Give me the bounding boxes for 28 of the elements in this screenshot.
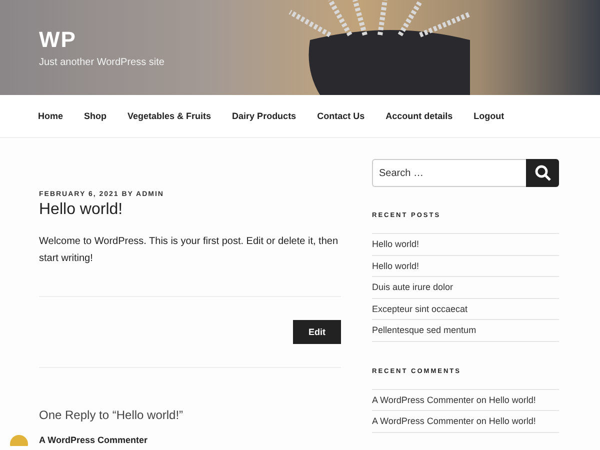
comment-author-link[interactable]: A WordPress Commenter bbox=[372, 394, 474, 405]
comment-post-link[interactable]: Hello world! bbox=[488, 416, 536, 426]
nav-link[interactable]: Vegetables & Fruits bbox=[128, 111, 212, 121]
recent-post-link[interactable]: Hello world! bbox=[372, 260, 420, 271]
nav-link[interactable]: Account details bbox=[386, 111, 453, 121]
recent-post-link[interactable]: Pellentesque sed mentum bbox=[372, 325, 476, 336]
search-icon bbox=[534, 165, 550, 181]
post-title: Hello world! bbox=[39, 201, 124, 219]
site-tagline: Just another WordPress site bbox=[39, 57, 164, 68]
recent-comment: A WordPress Commenter on Hello world! bbox=[372, 394, 536, 405]
avatar-icon bbox=[9, 434, 29, 446]
recent-post-link[interactable]: Hello world! bbox=[372, 239, 420, 250]
comment-post-link[interactable]: Hello world! bbox=[488, 394, 536, 405]
comment-author-link[interactable]: A WordPress Commenter bbox=[372, 416, 474, 426]
nav-link[interactable]: Contact Us bbox=[317, 111, 365, 121]
comments-heading: One Reply to “Hello world!” bbox=[39, 408, 184, 422]
recent-post-link[interactable]: Duis aute irure dolor bbox=[372, 282, 454, 292]
nav-link[interactable]: Home bbox=[38, 111, 64, 121]
edit-button[interactable]: Edit bbox=[293, 320, 341, 344]
recent-post-link[interactable]: Excepteur sint occaecat bbox=[372, 304, 468, 314]
nav-link[interactable]: Logout bbox=[474, 111, 504, 121]
comment-author[interactable]: A WordPress Commenter bbox=[39, 435, 148, 446]
search-field[interactable]: Search … bbox=[372, 159, 526, 187]
post-text: Welcome to WordPress. This is your first post. Edit or delete it, then start writing! bbox=[39, 235, 340, 266]
nav-link[interactable]: Shop bbox=[84, 111, 107, 121]
search-button[interactable] bbox=[526, 159, 559, 187]
recent-comment: A WordPress Commenter on Hello world! bbox=[372, 416, 536, 426]
nav-link[interactable]: Dairy Products bbox=[232, 111, 296, 121]
